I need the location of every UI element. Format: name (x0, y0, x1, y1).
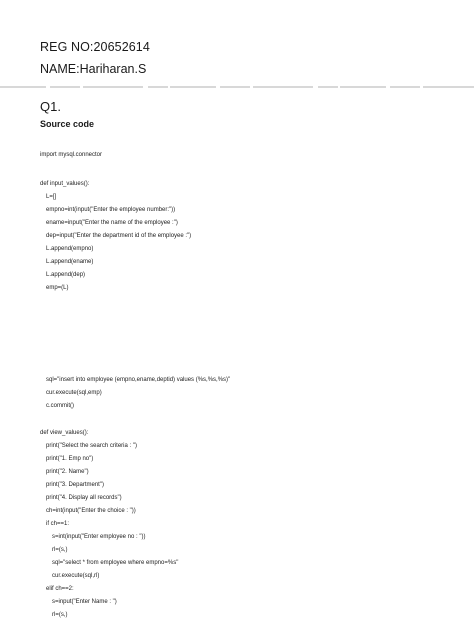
code-line: dep=input("Enter the department id of th… (46, 233, 192, 239)
header-divider (0, 86, 474, 88)
code-line: if ch==1: (46, 521, 70, 527)
code-line: s=input("Enter Name : ") (52, 599, 117, 605)
code-line: sql="insert into employee (empno,ename,d… (46, 377, 231, 383)
code-line: rl=(s,) (52, 547, 68, 553)
code-line: print("Select the search criteria : ") (46, 443, 137, 449)
code-line: s=int(input("Enter employee no : ")) (52, 534, 146, 540)
code-line: L.append(dep) (46, 272, 86, 278)
question-label: Q1. (40, 99, 61, 114)
code-line: rl=(s,) (52, 612, 68, 618)
code-line: ch=int(input("Enter the choice : ")) (46, 508, 136, 514)
code-line: L.append(empno) (46, 246, 94, 252)
document-page: REG NO:20652614 NAME:Hariharan.S Q1. Sou… (0, 0, 474, 632)
code-line: print("4. Display all records") (46, 495, 122, 501)
code-line: cur.execute(sql,rl) (52, 573, 100, 579)
reg-number: REG NO:20652614 (40, 40, 150, 54)
code-line: sql="select * from employee where empno=… (52, 560, 179, 566)
student-name: NAME:Hariharan.S (40, 62, 147, 76)
code-line: L.append(ename) (46, 259, 94, 265)
code-line: print("1. Emp no") (46, 456, 94, 462)
code-line: print("3. Department") (46, 482, 104, 488)
code-line: L=[] (46, 194, 57, 200)
section-title: Source code (40, 119, 95, 129)
code-line: empno=int(input("Enter the employee numb… (46, 207, 176, 213)
code-line: def view_values(): (40, 430, 89, 436)
code-line: c.commit() (46, 403, 74, 409)
code-line: emp=(L) (46, 285, 69, 291)
code-line: ename=input("Enter the name of the emplo… (46, 220, 178, 226)
code-line: import mysql.connector (40, 152, 103, 158)
code-line: def input_values(): (40, 181, 90, 187)
code-line: cur.execute(sql,emp) (46, 390, 102, 396)
code-line: elif ch==2: (46, 586, 74, 592)
code-line: print("2. Name") (46, 469, 89, 475)
